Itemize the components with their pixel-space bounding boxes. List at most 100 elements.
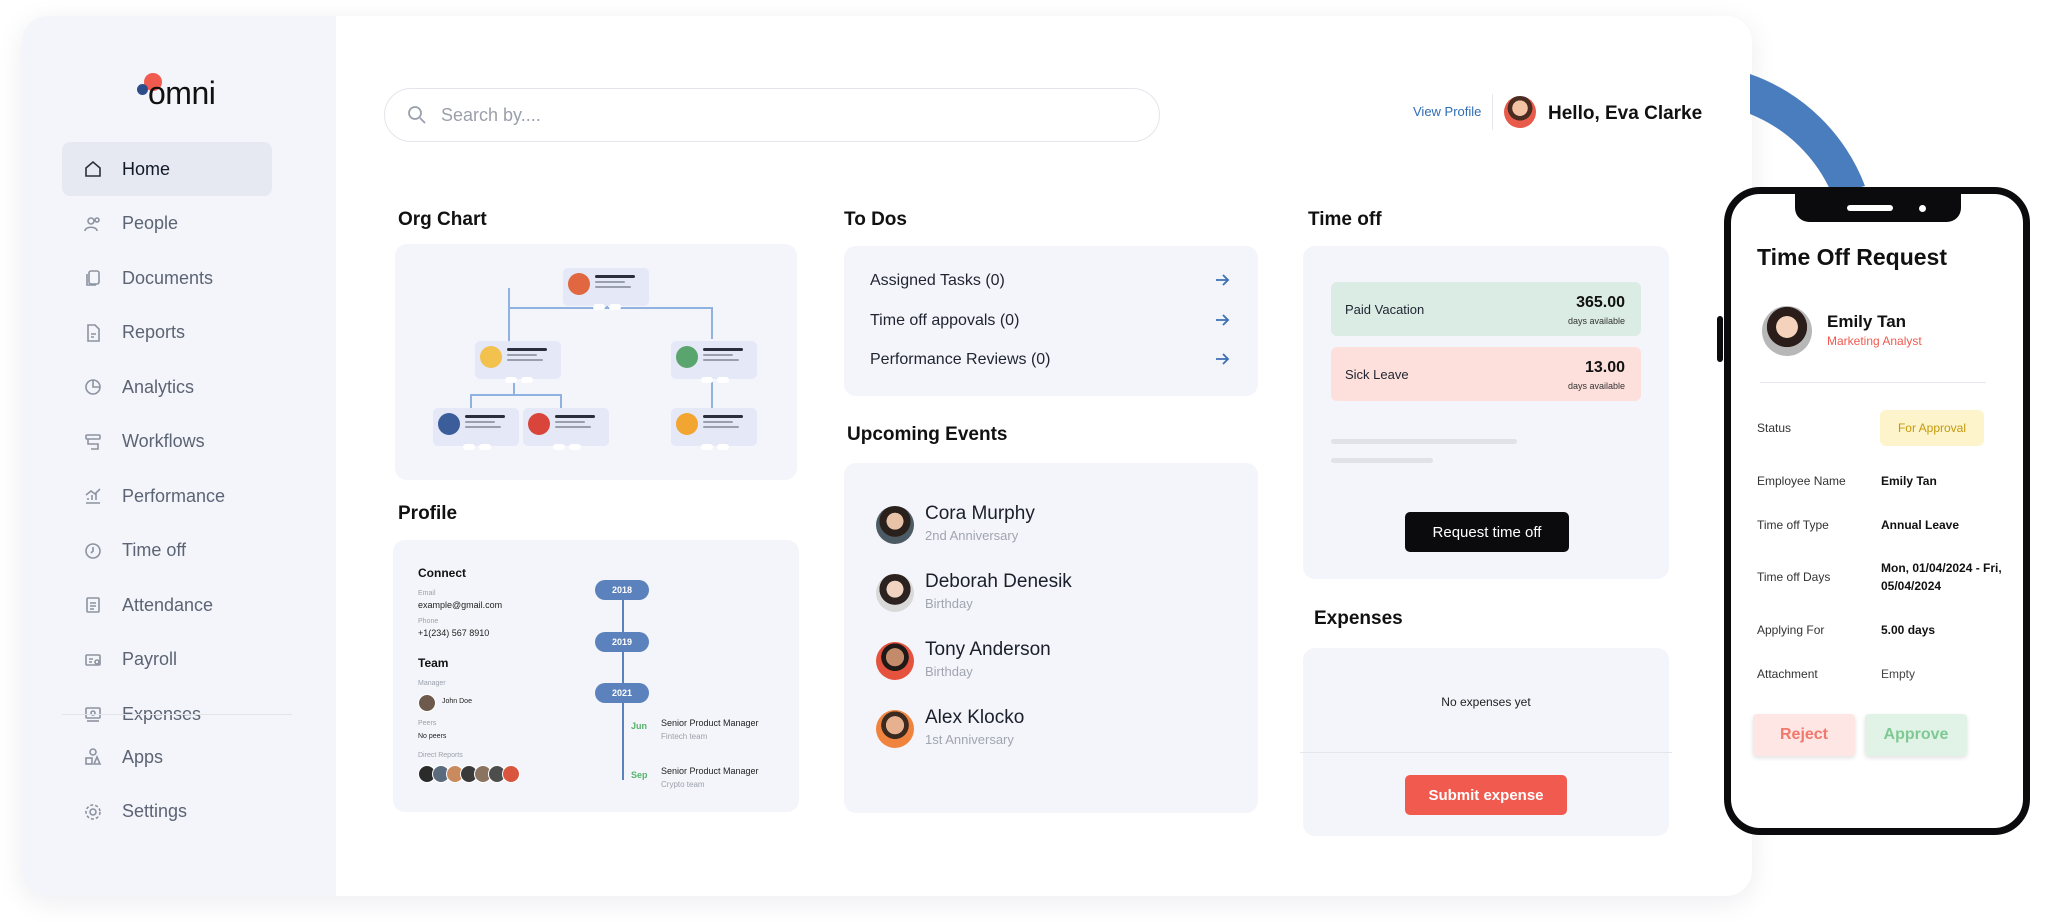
sidebar-item-payroll[interactable]: Payroll	[62, 633, 272, 687]
sidebar-item-performance[interactable]: Performance	[62, 469, 272, 523]
sick-leave-balance[interactable]: Sick Leave 13.00 days available	[1331, 347, 1641, 401]
sidebar-item-documents[interactable]: Documents	[62, 251, 272, 305]
todo-performance-reviews[interactable]: Performance Reviews (0)	[870, 351, 1051, 369]
org-node-role-line	[555, 421, 585, 423]
status-label: Status	[1757, 421, 1792, 435]
gear-icon	[82, 801, 104, 823]
email-label: Email	[418, 590, 436, 597]
sidebar-item-settings[interactable]: Settings	[62, 785, 272, 839]
reports-icon	[82, 322, 104, 344]
org-node-team-line	[507, 359, 543, 361]
role-month: Jun	[631, 721, 648, 731]
org-node-pill	[717, 377, 729, 383]
event-name[interactable]: Alex Klocko	[925, 707, 1024, 729]
todo-time-off-approvals[interactable]: Time off appovals (0)	[870, 312, 1019, 330]
sidebar-item-reports[interactable]: Reports	[62, 306, 272, 360]
sidebar-nav: Home People Documents Reports Analytics …	[62, 142, 272, 742]
balance-unit: days available	[1567, 316, 1625, 326]
arrow-right-icon[interactable]	[1214, 352, 1232, 366]
org-connector	[508, 307, 510, 341]
org-node-manager-left[interactable]	[475, 341, 561, 383]
year-pill: 2018	[595, 580, 649, 600]
event-name[interactable]: Tony Anderson	[925, 639, 1051, 661]
role-team: Crypto team	[661, 780, 705, 789]
role-team: Fintech team	[661, 732, 708, 741]
balance-value: 365.00	[1576, 294, 1625, 311]
org-node-role-line	[703, 421, 733, 423]
org-node-pill	[553, 444, 565, 450]
org-node-report-3[interactable]	[671, 408, 757, 450]
manager-name: John Doe	[442, 698, 472, 705]
employee-name-value: Emily Tan	[1881, 474, 1937, 488]
org-node-name-line	[507, 348, 547, 351]
payroll-icon	[82, 649, 104, 671]
sidebar-item-label: Settings	[122, 801, 188, 821]
event-avatar[interactable]	[876, 642, 914, 680]
sidebar-bottom-nav: Apps Settings	[62, 730, 272, 839]
org-chart-card[interactable]	[395, 244, 797, 480]
search-icon	[408, 106, 426, 124]
org-node-team-line	[555, 426, 591, 428]
omni-logo[interactable]: omni	[134, 73, 244, 123]
sidebar-item-apps[interactable]: Apps	[62, 730, 272, 784]
sidebar-divider	[62, 714, 292, 715]
sidebar-item-label: Workflows	[122, 431, 205, 451]
sidebar-item-label: Performance	[122, 485, 226, 506]
role-title: Senior Product Manager	[661, 766, 759, 776]
org-node-manager-right[interactable]	[671, 341, 757, 383]
org-node-pill	[463, 444, 475, 450]
org-node-pill	[717, 444, 729, 450]
event-name[interactable]: Cora Murphy	[925, 503, 1035, 525]
org-node-pill	[505, 377, 517, 383]
sidebar-item-attendance[interactable]: Attendance	[62, 578, 272, 632]
approve-button[interactable]: Approve	[1865, 714, 1967, 756]
apps-icon	[82, 746, 104, 768]
request-time-off-button[interactable]: Request time off	[1405, 512, 1569, 552]
sidebar-item-label: Reports	[122, 322, 186, 342]
org-node-pill	[701, 377, 713, 383]
org-node-name-line	[703, 415, 743, 418]
sidebar-item-people[interactable]: People	[62, 197, 272, 251]
phone-notch	[1795, 192, 1961, 222]
team-heading: Team	[418, 656, 449, 670]
org-node-report-1[interactable]	[433, 408, 519, 450]
event-name[interactable]: Deborah Denesik	[925, 571, 1072, 593]
logo-blue-dot	[137, 84, 148, 95]
arrow-right-icon[interactable]	[1214, 273, 1232, 287]
time-off-type-label: Time off Type	[1757, 518, 1829, 532]
submit-expense-button[interactable]: Submit expense	[1405, 775, 1567, 815]
org-avatar	[438, 413, 460, 435]
todo-assigned-tasks[interactable]: Assigned Tasks (0)	[870, 272, 1005, 290]
manager-avatar	[418, 694, 436, 712]
todos-title: To Dos	[844, 209, 907, 230]
time-off-days-line2: 05/04/2024	[1881, 579, 1942, 593]
sidebar-item-label: Home	[122, 158, 171, 179]
phone-divider	[1760, 382, 1986, 383]
arrow-right-icon[interactable]	[1214, 313, 1232, 327]
year-pill: 2019	[595, 632, 649, 652]
sidebar-item-label: Payroll	[122, 649, 178, 669]
attendance-icon	[82, 594, 104, 616]
event-avatar[interactable]	[876, 710, 914, 748]
event-avatar[interactable]	[876, 506, 914, 544]
org-node-role-line	[703, 354, 733, 356]
view-profile-link[interactable]: View Profile	[1413, 104, 1481, 119]
paid-vacation-balance[interactable]: Paid Vacation 365.00 days available	[1331, 282, 1641, 336]
sidebar-item-workflows[interactable]: Workflows	[62, 415, 272, 469]
org-connector	[711, 382, 713, 408]
placeholder-line	[1331, 458, 1433, 463]
org-node-role-line	[465, 421, 495, 423]
sidebar-item-home[interactable]: Home	[62, 142, 272, 196]
org-node-ceo[interactable]	[563, 268, 649, 310]
search-bar[interactable]	[384, 88, 1160, 142]
phone-speaker	[1847, 205, 1893, 211]
org-node-name-line	[555, 415, 595, 418]
event-avatar[interactable]	[876, 574, 914, 612]
sidebar-item-time-off[interactable]: Time off	[62, 524, 272, 578]
sidebar-item-analytics[interactable]: Analytics	[62, 360, 272, 414]
header-divider	[1492, 94, 1493, 130]
user-avatar[interactable]	[1504, 96, 1536, 128]
org-node-report-2[interactable]	[523, 408, 609, 450]
reject-button[interactable]: Reject	[1753, 714, 1855, 756]
search-input[interactable]	[441, 104, 1041, 126]
